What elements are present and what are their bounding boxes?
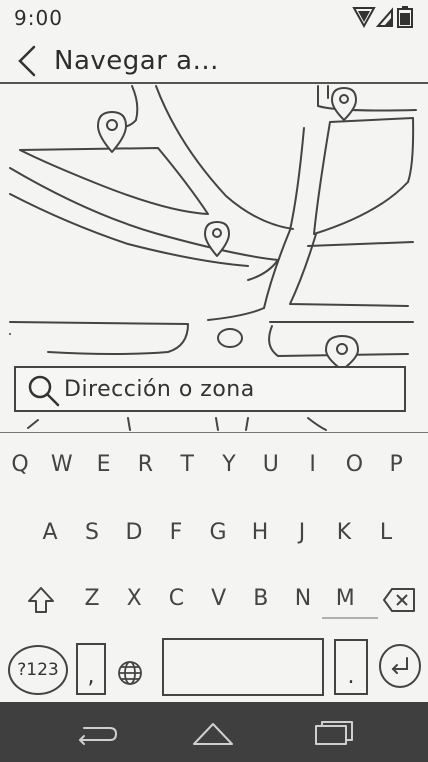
key-f[interactable]: F xyxy=(158,513,194,553)
back-arrow-icon[interactable] xyxy=(14,44,42,78)
nav-recents-icon[interactable] xyxy=(308,716,358,750)
key-w[interactable]: W xyxy=(44,445,80,485)
status-bar: 9:00 xyxy=(0,0,428,36)
shift-arrow-icon[interactable] xyxy=(26,585,56,615)
key-q[interactable]: Q xyxy=(2,445,38,485)
key-b[interactable]: B xyxy=(243,579,279,619)
page-title: Navegar a... xyxy=(54,46,219,76)
key-l[interactable]: L xyxy=(368,513,404,553)
backspace-icon[interactable] xyxy=(382,587,416,613)
symbols-key[interactable]: ?123 xyxy=(8,645,68,695)
globe-icon[interactable] xyxy=(116,659,144,687)
key-s[interactable]: S xyxy=(74,513,110,553)
key-c[interactable]: C xyxy=(158,579,194,619)
map-pin-icon[interactable] xyxy=(331,87,357,121)
search-placeholder: Dirección o zona xyxy=(64,377,255,402)
key-r[interactable]: R xyxy=(127,445,163,485)
battery-icon xyxy=(397,6,413,28)
symbols-key-label: ?123 xyxy=(17,660,59,680)
location-circle-icon[interactable] xyxy=(217,328,243,348)
signal-icon xyxy=(375,7,393,27)
navigation-bar xyxy=(0,702,428,762)
keyboard: QWERTYUIOP ASDFGHJKL ZXCVBNM ?123 , . xyxy=(0,432,428,703)
key-g[interactable]: G xyxy=(200,513,236,553)
space-bar[interactable] xyxy=(162,638,324,696)
key-p[interactable]: P xyxy=(378,445,414,485)
map-pin-icon[interactable] xyxy=(97,111,127,153)
key-n[interactable]: N xyxy=(285,579,321,619)
key-k[interactable]: K xyxy=(326,513,362,553)
key-m[interactable]: M xyxy=(327,579,363,619)
map-pin-icon[interactable] xyxy=(325,335,359,371)
status-time: 9:00 xyxy=(14,6,63,30)
key-x[interactable]: X xyxy=(116,579,152,619)
enter-icon[interactable] xyxy=(378,643,422,689)
comma-key[interactable]: , xyxy=(76,643,106,695)
status-icons xyxy=(352,6,413,29)
nav-back-icon[interactable] xyxy=(70,716,120,750)
key-y[interactable]: Y xyxy=(211,445,247,485)
key-i[interactable]: I xyxy=(295,445,331,485)
key-d[interactable]: D xyxy=(116,513,152,553)
search-input[interactable]: Dirección o zona xyxy=(14,366,406,412)
keyboard-divider xyxy=(322,617,378,619)
period-key[interactable]: . xyxy=(334,639,368,695)
period-key-label: . xyxy=(347,664,355,689)
comma-key-label: , xyxy=(87,664,95,689)
key-v[interactable]: V xyxy=(201,579,237,619)
key-z[interactable]: Z xyxy=(74,579,110,619)
key-h[interactable]: H xyxy=(242,513,278,553)
app-bar: Navegar a... xyxy=(0,38,428,84)
wifi-icon xyxy=(352,7,376,29)
key-o[interactable]: O xyxy=(336,445,372,485)
nav-home-icon[interactable] xyxy=(188,716,238,750)
key-j[interactable]: J xyxy=(284,513,320,553)
key-t[interactable]: T xyxy=(169,445,205,485)
search-icon xyxy=(28,375,60,407)
key-u[interactable]: U xyxy=(253,445,289,485)
key-e[interactable]: E xyxy=(86,445,122,485)
key-a[interactable]: A xyxy=(32,513,68,553)
